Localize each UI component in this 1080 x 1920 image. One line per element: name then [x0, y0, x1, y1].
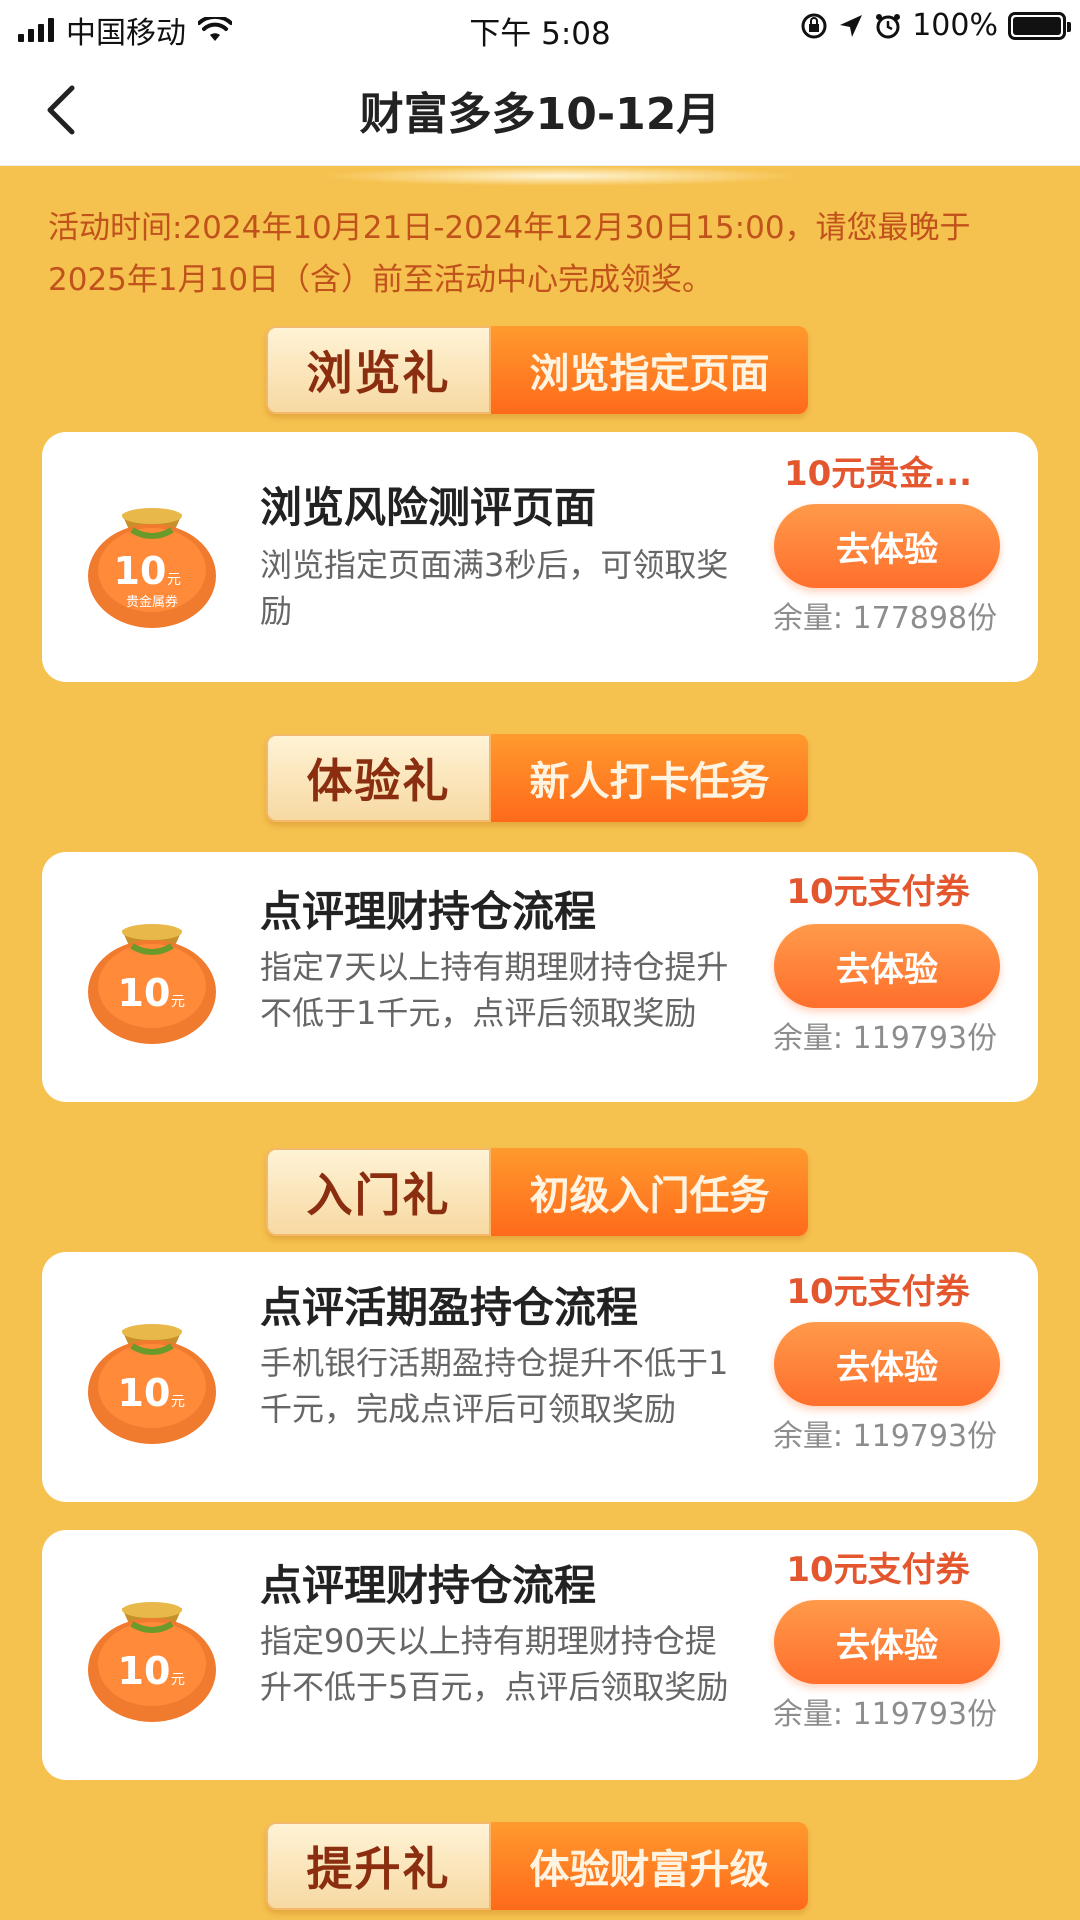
section-tag: 入门礼 [266, 1148, 491, 1236]
task-title: 点评理财持仓流程 [260, 1561, 597, 1610]
task-card: 10 元 贵金属券 浏览风险测评页面 浏览指定页面满3秒后，可领取奖励 10元贵… [42, 432, 1038, 682]
section-subtitle: 浏览指定页面 [491, 326, 808, 414]
reward-label: 10元支付券 [786, 1550, 970, 1590]
persimmon-coupon-icon: 10 元 [88, 1602, 216, 1722]
persimmon-coupon-icon: 10 元 [88, 1324, 216, 1444]
task-description: 指定7天以上持有期理财持仓提升不低于1千元，点评后领取奖励 [260, 948, 729, 1032]
coupon-value: 10 [118, 1371, 171, 1415]
coupon-value: 10 [118, 971, 171, 1015]
persimmon-coupon-icon: 10 元 贵金属券 [88, 508, 216, 628]
section-header-experience: 体验礼 新人打卡任务 [266, 734, 808, 822]
battery-percent: 100% [912, 8, 998, 43]
reward-label: 10元支付券 [786, 1272, 970, 1312]
nav-bar: 财富多多10-12月 [0, 54, 1080, 166]
remaining-stock: 余量: 119793份 [772, 1021, 998, 1056]
alarm-icon [876, 13, 901, 38]
coupon-unit: 元 [171, 1394, 185, 1410]
coupon-caption: 贵金属券 [126, 594, 178, 610]
location-icon [840, 14, 863, 37]
coupon-value: 10 [114, 549, 167, 593]
status-bar: 中国移动 下午 5:08 100% [0, 0, 1080, 54]
reward-label: 10元支付券 [786, 872, 970, 912]
task-description: 指定90天以上持有期理财持仓提升不低于5百元，点评后领取奖励 [260, 1622, 729, 1706]
section-tag: 提升礼 [266, 1822, 491, 1910]
coupon-value: 10 [118, 1649, 171, 1693]
remaining-stock: 余量: 119793份 [772, 1697, 998, 1732]
task-title: 浏览风险测评页面 [260, 483, 597, 532]
section-tag: 体验礼 [266, 734, 491, 822]
reward-label: 10元贵金... [783, 454, 973, 494]
page-title: 财富多多10-12月 [359, 89, 721, 140]
try-button[interactable]: 去体验 [774, 1322, 1000, 1406]
persimmon-coupon-icon: 10 元 [88, 924, 216, 1044]
task-description: 手机银行活期盈持仓提升不低于1千元，完成点评后可领取奖励 [260, 1344, 729, 1428]
remaining-stock: 余量: 119793份 [772, 1419, 998, 1454]
section-subtitle: 体验财富升级 [491, 1822, 808, 1910]
task-card: 10 元 点评活期盈持仓流程 手机银行活期盈持仓提升不低于1千元，完成点评后可领… [42, 1252, 1038, 1502]
section-header-entry: 入门礼 初级入门任务 [266, 1148, 808, 1236]
try-button[interactable]: 去体验 [774, 924, 1000, 1008]
section-subtitle: 新人打卡任务 [491, 734, 808, 822]
section-header-upgrade: 提升礼 体验财富升级 [266, 1822, 808, 1910]
page: 中国移动 下午 5:08 100% 财富多多10-12月 活动时间:2024年1… [0, 0, 1080, 1920]
task-card: 10 元 点评理财持仓流程 指定90天以上持有期理财持仓提升不低于5百元，点评后… [42, 1530, 1038, 1780]
coupon-unit: 元 [171, 1672, 185, 1688]
rotation-lock-icon [801, 13, 827, 38]
task-title: 点评理财持仓流程 [260, 887, 597, 936]
task-description: 浏览指定页面满3秒后，可领取奖励 [260, 546, 729, 630]
section-subtitle: 初级入门任务 [491, 1148, 808, 1236]
task-card: 10 元 点评理财持仓流程 指定7天以上持有期理财持仓提升不低于1千元，点评后领… [42, 852, 1038, 1102]
task-title: 点评活期盈持仓流程 [260, 1283, 639, 1332]
section-header-browse: 浏览礼 浏览指定页面 [266, 326, 808, 414]
header-glow [320, 166, 800, 186]
status-right: 100% [800, 8, 1071, 43]
section-tag: 浏览礼 [266, 326, 491, 414]
activity-intro: 活动时间:2024年10月21日-2024年12月30日15:00，请您最晚于2… [48, 210, 971, 298]
remaining-stock: 余量: 177898份 [772, 601, 998, 636]
try-button[interactable]: 去体验 [774, 504, 1000, 588]
try-button[interactable]: 去体验 [774, 1600, 1000, 1684]
coupon-unit: 元 [167, 572, 181, 588]
coupon-unit: 元 [171, 994, 185, 1010]
battery-icon [1008, 11, 1071, 40]
